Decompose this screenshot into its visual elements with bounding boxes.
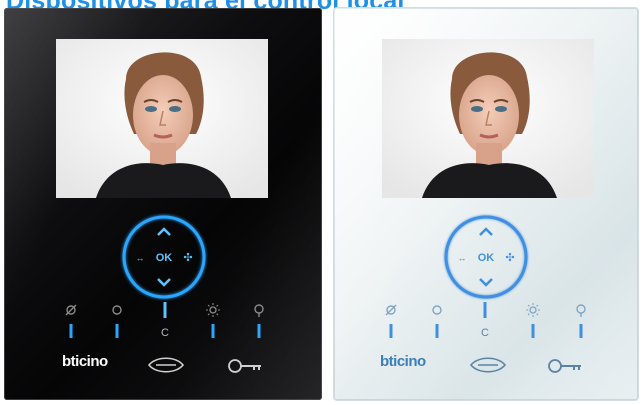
favourite-icon[interactable] (248, 298, 270, 342)
door-icon[interactable]: C (154, 298, 176, 342)
ok-button: OK (478, 252, 495, 264)
camera-cycle-icon: ✣ (183, 252, 192, 264)
arrow-up-icon (479, 227, 493, 236)
brand-logo: bticino (380, 353, 426, 370)
camera-cycle-icon: ✣ (505, 252, 514, 264)
speaker-icon (469, 357, 507, 373)
mute-icon[interactable] (380, 298, 402, 342)
black-intercom-device: OK ↔ ✣ C bticino (4, 8, 322, 400)
svg-text:C: C (481, 327, 489, 339)
arrow-down-icon (479, 278, 493, 287)
favourite-icon[interactable] (570, 298, 592, 342)
function-buttons: C (380, 298, 592, 342)
caller-photo (382, 39, 594, 198)
svg-text:C: C (161, 327, 169, 339)
door-icon[interactable]: C (474, 298, 496, 342)
caller-photo (56, 39, 268, 198)
white-intercom-device: OK ↔ ✣ C bticino (334, 8, 638, 400)
left-arrows-icon: ↔ (458, 253, 467, 263)
video-screen (56, 39, 268, 198)
function-buttons: C (60, 298, 270, 342)
navigation-dpad[interactable]: OK ↔ ✣ (442, 213, 530, 301)
sun-icon[interactable] (202, 298, 224, 342)
mute-icon[interactable] (60, 298, 82, 342)
navigation-dpad[interactable]: OK ↔ ✣ (120, 213, 208, 301)
sun-icon[interactable] (522, 298, 544, 342)
brand-logo: bticino (62, 353, 108, 370)
key-icon[interactable] (226, 356, 264, 376)
video-screen (382, 39, 594, 198)
circle-icon[interactable] (426, 298, 448, 342)
speaker-icon (147, 357, 185, 373)
ok-button: OK (156, 252, 173, 264)
left-arrows-icon: ↔ (136, 253, 145, 263)
arrow-down-icon (157, 278, 171, 287)
arrow-up-icon (157, 227, 171, 236)
circle-icon[interactable] (106, 298, 128, 342)
key-icon[interactable] (546, 356, 584, 376)
